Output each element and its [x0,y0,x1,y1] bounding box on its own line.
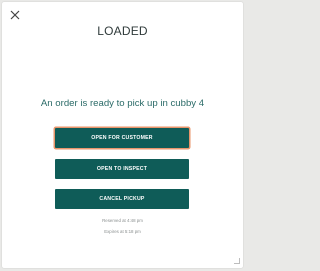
dialog-title: LOADED [97,24,148,38]
reserved-time-text: Reserved at 4:48 pm [102,218,143,223]
open-for-customer-button[interactable]: OPEN FOR CUSTOMER [55,128,189,148]
open-to-inspect-button[interactable]: OPEN TO INSPECT [55,159,189,179]
cancel-pickup-button[interactable]: CANCEL PICKUP [55,189,189,209]
resize-handle[interactable] [234,258,240,264]
close-icon [10,10,20,20]
close-button[interactable] [9,8,21,20]
pickup-dialog: LOADED An order is ready to pick up in c… [2,2,243,268]
expires-time-text: Expires at 5:18 pm [104,229,141,234]
ready-message: An order is ready to pick up in cubby 4 [40,98,205,109]
